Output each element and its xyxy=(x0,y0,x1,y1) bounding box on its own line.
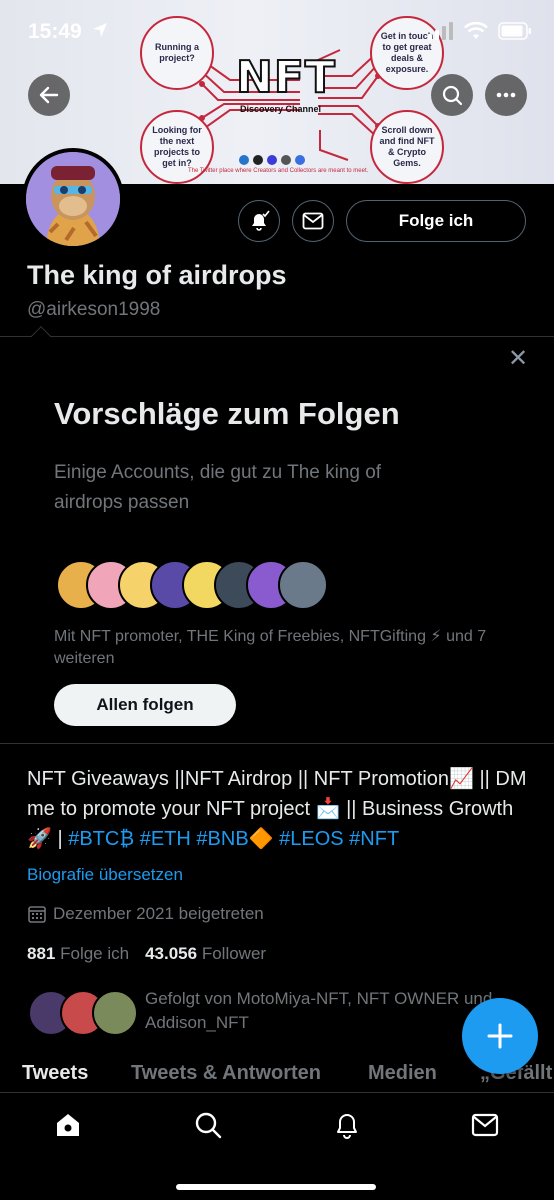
following-link[interactable]: 881 Folge ich xyxy=(27,944,129,964)
suggestions-close-button[interactable]: ✕ xyxy=(508,344,528,373)
joined-date: Dezember 2021 beigetreten xyxy=(27,904,264,924)
tab-media[interactable]: Medien xyxy=(368,1062,437,1085)
tab-tweets-replies[interactable]: Tweets & Antworten xyxy=(131,1062,321,1085)
arrow-left-icon xyxy=(39,86,59,104)
followers-label: Follower xyxy=(201,944,267,963)
bell-check-icon xyxy=(252,210,270,231)
hashtag-leos[interactable]: #LEOS xyxy=(279,828,343,850)
battery-icon xyxy=(498,22,531,40)
profile-avatar[interactable] xyxy=(22,148,124,250)
wifi-icon xyxy=(464,22,488,39)
hashtag-bnb[interactable]: #BNB🔶 xyxy=(196,828,273,850)
status-bar: 15:49 xyxy=(0,0,554,64)
follower-avatar xyxy=(92,990,138,1036)
search-icon xyxy=(195,1112,222,1139)
suggested-avatar[interactable] xyxy=(278,560,328,610)
back-button[interactable] xyxy=(28,74,70,116)
followers-link[interactable]: 43.056 Follower xyxy=(145,944,266,964)
suggestions-title: Vorschläge zum Folgen xyxy=(54,396,400,431)
nav-notifications[interactable] xyxy=(327,1105,367,1145)
home-icon xyxy=(57,1114,79,1136)
profile-name: The king of airdrops xyxy=(27,260,287,290)
plus-icon xyxy=(487,1023,513,1049)
followers-count: 43.056 xyxy=(145,944,198,963)
hashtag-btc[interactable]: #BTC₿ xyxy=(68,828,134,850)
following-label: Folge ich xyxy=(60,944,130,963)
search-icon xyxy=(442,85,463,106)
hashtag-eth[interactable]: #ETH xyxy=(140,828,191,850)
banner-tagline: The Twitter place where Creators and Col… xyxy=(188,168,369,174)
following-count: 881 xyxy=(27,944,56,963)
nav-search[interactable] xyxy=(188,1105,228,1145)
following-button[interactable]: Folge ich xyxy=(346,200,526,242)
notifications-bell-button[interactable] xyxy=(238,200,280,242)
home-indicator[interactable] xyxy=(176,1184,376,1190)
bell-icon xyxy=(337,1114,357,1139)
follow-all-button[interactable]: Allen folgen xyxy=(54,684,236,726)
banner-bubble-4: Scroll down and find NFT & Crypto Gems. xyxy=(370,110,444,184)
tab-tweets[interactable]: Tweets xyxy=(22,1062,88,1085)
suggestions-names-line: Mit NFT promoter, THE King of Freebies, … xyxy=(54,628,487,667)
suggestions-subtitle: Einige Accounts, die gut zu The king of … xyxy=(54,462,382,513)
more-options-button[interactable] xyxy=(485,74,527,116)
nav-messages[interactable] xyxy=(465,1105,505,1145)
cellular-signal-icon xyxy=(428,22,453,40)
message-button[interactable] xyxy=(292,200,334,242)
location-arrow-icon xyxy=(93,23,107,37)
more-dots-icon xyxy=(496,92,516,98)
calendar-icon xyxy=(28,906,46,923)
ape-avatar-image xyxy=(26,152,120,246)
status-time: 15:49 xyxy=(28,20,82,43)
translate-bio-link[interactable]: Biografie übersetzen xyxy=(27,865,183,885)
profile-bio: NFT Giveaways ||NFT Airdrop || NFT Promo… xyxy=(27,764,537,854)
nav-home[interactable] xyxy=(48,1105,88,1145)
follow-counts: 881 Folge ich 43.056 Follower xyxy=(27,944,266,964)
envelope-icon xyxy=(302,212,324,230)
envelope-icon xyxy=(471,1113,499,1137)
joined-text: Dezember 2021 beigetreten xyxy=(53,904,264,923)
search-button[interactable] xyxy=(431,74,473,116)
banner-logo-subtitle: Discovery Channel xyxy=(240,104,322,114)
profile-tabs: Tweets Tweets & Antworten Medien „Gefäll… xyxy=(0,1058,554,1092)
hashtag-nft[interactable]: #NFT xyxy=(349,828,399,850)
profile-handle: @airkeson1998 xyxy=(27,299,161,320)
compose-tweet-button[interactable] xyxy=(462,998,538,1074)
